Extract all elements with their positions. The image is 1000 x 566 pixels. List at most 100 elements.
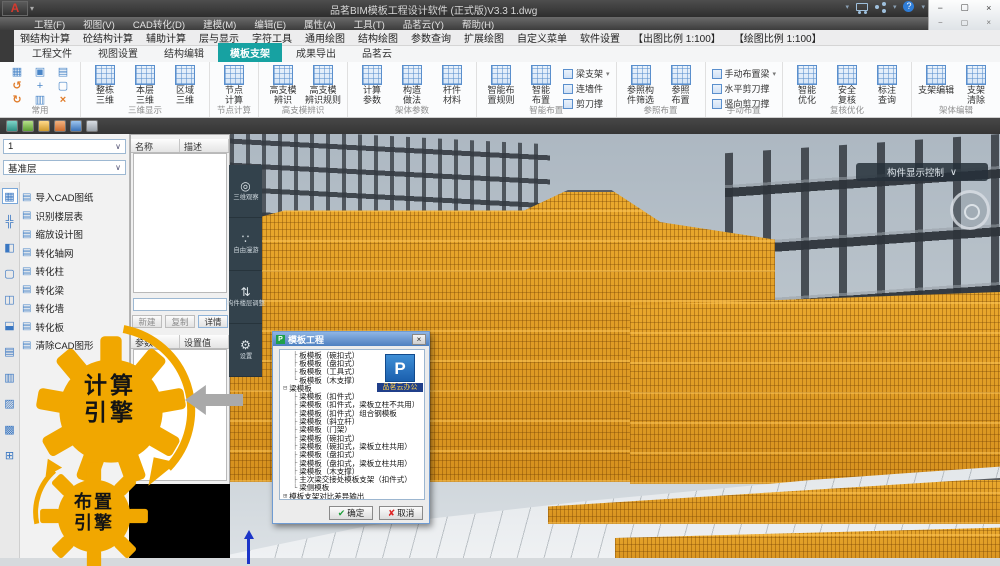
menu-item[interactable]: 工程(F) <box>34 17 65 31</box>
ribbon-button[interactable]: 智能布 置规则 <box>483 65 519 105</box>
tree-node-marker[interactable]: ├ <box>293 409 297 417</box>
quick-icon-2[interactable] <box>22 120 34 132</box>
cancel-button[interactable]: ✘ 取消 <box>379 506 423 520</box>
tree-node-marker[interactable]: └ <box>293 376 297 384</box>
ribbon-small-button[interactable]: 手动布置梁 <box>712 67 777 80</box>
menu-item[interactable]: 建模(M) <box>203 17 236 31</box>
tree-item[interactable]: ├ 梁模板（碗扣式） <box>280 434 424 442</box>
viewport-tool-button[interactable]: ◎ 三维观察 <box>229 165 262 218</box>
ribbon-button[interactable]: 参照 布置 <box>663 65 699 105</box>
side-tool-icon[interactable]: ◧ <box>2 240 18 256</box>
ribbon-button[interactable]: 高支模 辨识 <box>265 65 301 105</box>
tree-item[interactable]: └ 梁侧模板 <box>280 484 424 492</box>
doc-restore-button[interactable]: ▢ <box>961 18 969 27</box>
side-tool-icon[interactable]: ╬ <box>2 214 18 230</box>
ribbon-tab[interactable]: 品茗云 <box>350 43 404 62</box>
tree-item[interactable]: ├ 梁模板（碗扣式，梁板立柱共用） <box>280 442 424 450</box>
ribbon-tab[interactable]: 成果导出 <box>284 43 348 62</box>
tree-item[interactable]: ├ 梁模板（门架） <box>280 426 424 434</box>
scheme-name-input[interactable] <box>133 298 227 311</box>
menu-item[interactable]: 工具(T) <box>354 17 385 31</box>
tree-node-marker[interactable]: ├ <box>293 351 297 359</box>
menu-item[interactable]: 帮助(H) <box>462 17 494 31</box>
tree-item[interactable]: ├ 梁模板（斜立杆） <box>280 417 424 425</box>
ribbon-button[interactable]: 节点 计算 <box>216 65 252 105</box>
tree-node-marker[interactable]: ⊞ <box>283 492 287 500</box>
column-header-desc[interactable]: 描述 <box>180 139 229 152</box>
tree-node-marker[interactable]: ├ <box>293 359 297 367</box>
ribbon-small-button[interactable]: 梁支架 <box>563 67 610 80</box>
common-tool-icon[interactable]: ▤ <box>52 66 74 79</box>
ok-button[interactable]: ✔ 确定 <box>329 506 373 520</box>
view-navigation-widget[interactable] <box>950 190 990 230</box>
menu-item[interactable]: CAD转化(D) <box>133 17 185 31</box>
menu-item[interactable]: 编辑(E) <box>254 17 286 31</box>
ribbon-tab[interactable]: 工程文件 <box>20 43 84 62</box>
tree-item[interactable]: ├ 主次梁交接处模板支架（扣件式） <box>280 475 424 483</box>
quick-icon-1[interactable] <box>6 120 18 132</box>
toolbar-tab[interactable]: 【出图比例 1:100】 <box>633 30 721 45</box>
ribbon-button[interactable]: 整栋 三维 <box>87 65 123 105</box>
ribbon-button[interactable]: 本层 三维 <box>127 65 163 105</box>
common-tool-icon[interactable]: ▦ <box>6 66 28 79</box>
floor-dropdown[interactable]: 1∨ <box>3 139 126 154</box>
tree-node-marker[interactable]: ├ <box>293 426 297 434</box>
ribbon-button[interactable]: 高支模 辨识规则 <box>305 65 341 105</box>
column-header-name[interactable]: 名称 <box>131 139 180 152</box>
tree-item[interactable]: ├ 梁模板（盘扣式，梁板立柱共用） <box>280 459 424 467</box>
toolbar-tab[interactable]: 参数查询 <box>411 30 451 45</box>
cloud-app-shortcut[interactable]: P 品茗云办公 <box>377 354 423 392</box>
tree-node-marker[interactable]: ├ <box>293 393 297 401</box>
common-tool-icon[interactable]: + <box>29 80 51 93</box>
tree-item[interactable]: ├ 梁模板（扣件式） <box>280 392 424 400</box>
side-tool-icon[interactable]: ⬓ <box>2 318 18 334</box>
quick-icon-3[interactable] <box>38 120 50 132</box>
viewport-tool-button[interactable]: ⇅ 构件楼层调整 <box>229 271 262 324</box>
caret-icon[interactable]: ▾ <box>921 3 925 11</box>
ribbon-small-button[interactable]: 连墙件 <box>563 82 610 95</box>
tree-node-marker[interactable]: ⊟ <box>283 384 287 392</box>
cad-command-item[interactable]: ▤ 识别楼层表 <box>22 209 128 223</box>
tree-item[interactable]: ├ 梁模板（扣件式）组合钢模板 <box>280 409 424 417</box>
toolbar-tab[interactable]: 软件设置 <box>580 30 620 45</box>
cad-command-item[interactable]: ▤ 转化梁 <box>22 283 128 297</box>
dialog-title-bar[interactable]: P 模板工程 × <box>273 332 429 346</box>
ribbon-button[interactable]: 计算 参数 <box>354 65 390 105</box>
toolbar-tab[interactable]: 自定义菜单 <box>517 30 567 45</box>
tree-item[interactable]: ├ 梁模板（扣件式，梁板立柱不共用） <box>280 401 424 409</box>
ribbon-tab[interactable]: 模板支架 <box>218 43 282 62</box>
tree-node-marker[interactable]: ├ <box>293 467 297 475</box>
viewport-tool-button[interactable]: ∵ 自由漫游 <box>229 218 262 271</box>
ribbon-button[interactable]: 构造 做法 <box>394 65 430 105</box>
tree-node-marker[interactable]: ├ <box>293 476 297 484</box>
ribbon-button[interactable]: 智能 布置 <box>523 65 559 105</box>
viewport-tool-button[interactable]: ⚙ 设置 <box>229 324 262 377</box>
maximize-button[interactable]: ▢ <box>960 2 969 13</box>
side-tool-icon[interactable]: ◫ <box>2 292 18 308</box>
menu-item[interactable]: 属性(A) <box>304 17 336 31</box>
cart-icon[interactable] <box>856 3 868 11</box>
toolbar-tab[interactable]: 【绘图比例 1:100】 <box>734 30 822 45</box>
ribbon-button[interactable]: 安全 复核 <box>829 65 865 105</box>
ribbon-button[interactable]: 支架编辑 <box>918 65 954 96</box>
ribbon-button[interactable]: 区域 三维 <box>167 65 203 105</box>
side-tool-icon[interactable]: ▤ <box>2 344 18 360</box>
common-tool-icon[interactable]: ▢ <box>52 80 74 93</box>
cad-command-item[interactable]: ▤ 转化柱 <box>22 264 128 278</box>
tree-node-marker[interactable]: ├ <box>293 418 297 426</box>
tree-node-marker[interactable]: ├ <box>293 434 297 442</box>
quick-icon-5[interactable] <box>70 120 82 132</box>
tree-item[interactable]: ⊞ 模板支架对比差异输出 <box>280 492 424 500</box>
app-logo-icon[interactable]: A <box>2 1 28 16</box>
toolbar-tab[interactable]: 扩展绘图 <box>464 30 504 45</box>
side-tool-icon[interactable]: ⊞ <box>2 448 18 464</box>
side-tool-icon[interactable]: ▨ <box>2 396 18 412</box>
tree-node-marker[interactable]: ├ <box>293 401 297 409</box>
scheme-action-button[interactable]: 详情 <box>198 315 228 328</box>
caret-icon[interactable]: ▾ <box>893 3 897 11</box>
doc-minimize-button[interactable]: − <box>938 18 943 27</box>
tree-node-marker[interactable]: ├ <box>293 459 297 467</box>
close-button[interactable]: × <box>986 3 991 13</box>
tree-node-marker[interactable]: ├ <box>293 451 297 459</box>
cad-command-item[interactable]: ▤ 转化墙 <box>22 301 128 315</box>
